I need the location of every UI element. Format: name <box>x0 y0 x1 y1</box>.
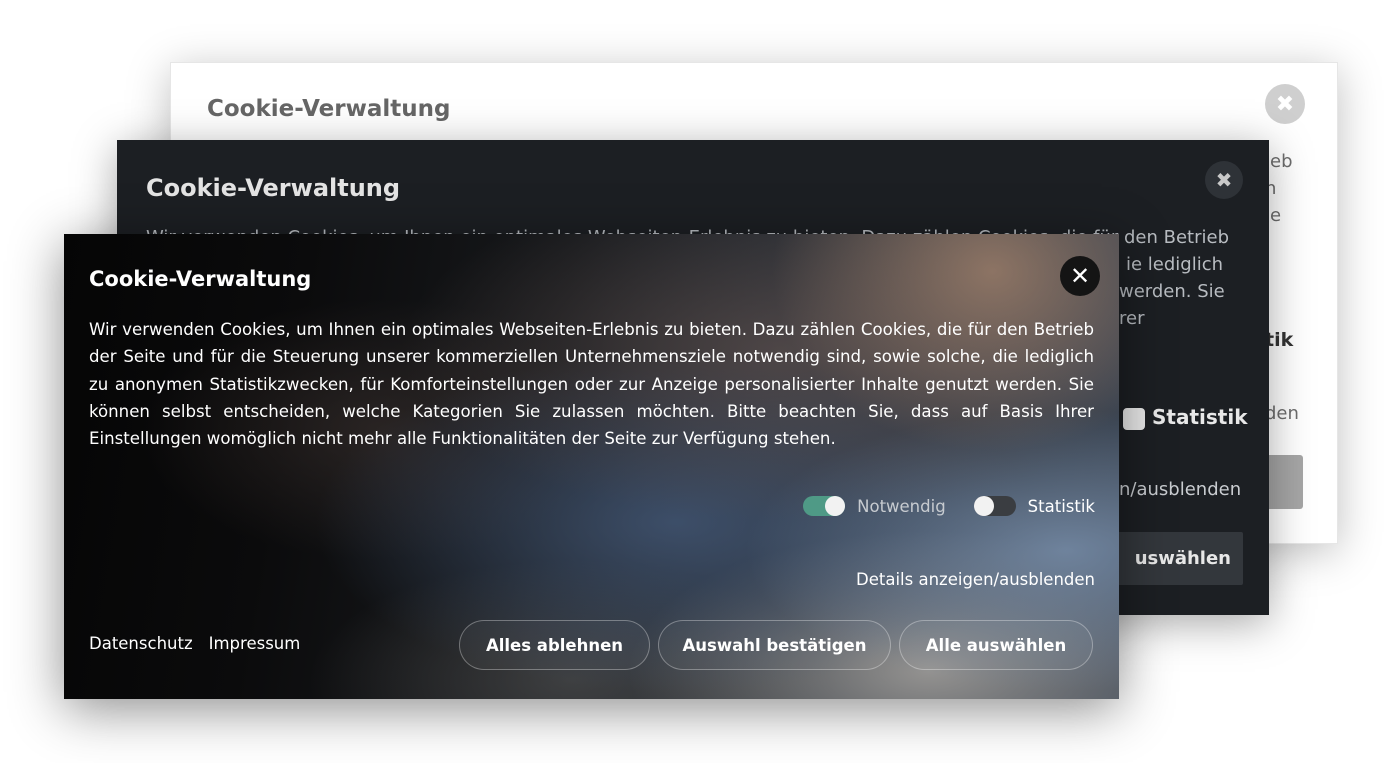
statistik-label: Statistik <box>1027 496 1095 516</box>
dialog-title: Cookie-Verwaltung <box>89 267 312 291</box>
close-icon[interactable]: ✖ <box>1265 84 1305 124</box>
privacy-link[interactable]: Datenschutz <box>89 634 193 653</box>
body-text-fragment: rer <box>1119 308 1145 329</box>
category-label-fragment: tik <box>1265 329 1294 351</box>
statistik-switch[interactable] <box>973 496 1016 516</box>
statistik-checkbox[interactable] <box>1123 408 1145 430</box>
dialog-title: Cookie-Verwaltung <box>207 96 451 122</box>
switch-knob <box>825 496 846 516</box>
close-icon[interactable]: ✕ <box>1060 256 1100 296</box>
details-link-fragment[interactable]: n/ausblenden <box>1119 479 1241 500</box>
toggle-notwendig[interactable]: Notwendig <box>803 496 946 516</box>
details-link-fragment[interactable]: den <box>1265 403 1299 424</box>
action-buttons: Alles ablehnen Auswahl bestätigen Alle a… <box>459 620 1093 670</box>
reject-all-button[interactable]: Alles ablehnen <box>459 620 650 670</box>
switch-knob <box>973 496 994 516</box>
dialog-title: Cookie-Verwaltung <box>146 174 401 202</box>
select-all-button[interactable]: Alle auswählen <box>899 620 1093 670</box>
toggle-statistik[interactable]: Statistik <box>973 496 1095 516</box>
close-icon[interactable]: ✖ <box>1205 161 1243 199</box>
cookie-description: Wir verwenden Cookies, um Ihnen ein opti… <box>89 320 1094 449</box>
cookie-category-toggles: Notwendig Statistik <box>803 496 1095 516</box>
body-text-fragment: ie lediglich <box>1126 254 1224 275</box>
cookie-dialog-front: Cookie-Verwaltung ✕ Wir verwenden Cookie… <box>64 234 1119 699</box>
confirm-selection-button[interactable]: Auswahl bestätigen <box>658 620 891 670</box>
notwendig-switch[interactable] <box>803 496 846 516</box>
details-toggle-link[interactable]: Details anzeigen/ausblenden <box>856 570 1095 589</box>
body-text-fragment: ieb <box>1265 151 1293 172</box>
imprint-link[interactable]: Impressum <box>209 634 301 653</box>
select-all-label: uswählen <box>1134 548 1231 569</box>
body-text-fragment: werden. Sie <box>1119 281 1225 302</box>
footer-links: Datenschutz Impressum <box>89 634 300 653</box>
notwendig-label: Notwendig <box>857 496 946 516</box>
statistik-label: Statistik <box>1152 405 1248 429</box>
